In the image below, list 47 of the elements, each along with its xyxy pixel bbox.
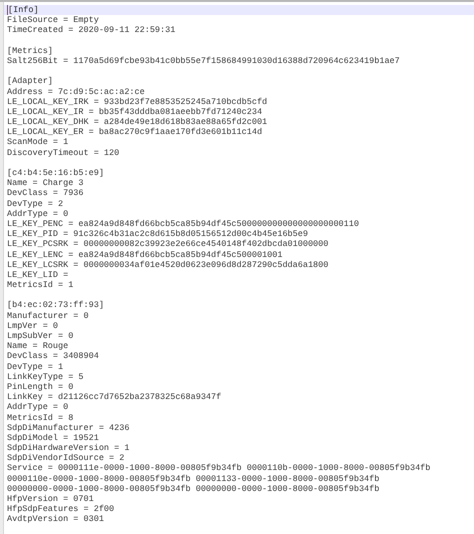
text-line: MetricsId = 8 [7,412,74,422]
text-line: SdpDiHardwareVersion = 1 [7,443,130,454]
text-line: LE_LOCAL_KEY_IRK = 933bd23f7e8853525245a710bcdb5cfd [7,96,268,107]
text-line: LinkKeyType = 5 [7,372,84,382]
text-line: MetricsId = 1 [7,280,74,290]
text-line: LinkKey = d21126cc7d7652ba2378325c68a9347f [7,392,222,402]
text-line: DevClass = 7936 [7,188,84,198]
text-line: LE_LOCAL_KEY_IR = bb35f43dddba081aeebb7fd71240c234 [7,106,262,117]
text-line: LE_KEY_PENC = ea824a9d848fd66bcb5ca85b94df45c500000000000000000000110 [7,218,359,229]
text-line: HfpVersion = 0701 [7,494,94,504]
text-line: [Info] [7,5,39,15]
text-line: PinLength = 0 [7,382,74,392]
text-line: DevType = 1 [7,362,64,372]
text-line: FileSource = Empty [7,15,99,26]
text-line: LE_KEY_LCSRK = 0000000034af01e4520d0623e096d8d287290c5dda6a1800 [7,260,328,270]
text-line: LE_KEY_LID = [7,270,68,280]
text-line: Manufacturer = 0 [7,310,89,321]
text-line: SdpDiModel = 19521 [7,432,99,443]
text-line: 00000000-0000-1000-8000-00805f9b34fb 00000000-0000-1000-8000-00805f9b34fb [7,484,380,494]
text-line: ScanMode = 1 [7,137,68,148]
text-line: SdpDiManufacturer = 4236 [7,422,130,433]
text-line: TimeCreated = 2020-09-11 22:59:31 [7,25,176,36]
text-line: LE_KEY_PCSRK = 00000000082c39923e2e66ce4540148f402dbcda01000000 [7,239,328,250]
text-line: DevClass = 3408904 [7,351,99,362]
text-line: LE_LOCAL_KEY_ER = ba8ac270c9f1aae170fd3e601b11c14d [7,127,262,138]
text-line: DiscoveryTimeout = 120 [7,148,120,158]
text-line: [b4:ec:02:73:ff:93] [7,300,104,310]
text-line: Salt256Bit = 1170a5d69fcbe93b41c0bb55e7f158684991030d16388d720964c623419b1ae7 [7,56,400,66]
text-line: LE_KEY_LENC = ea824a9d848fd66bcb5ca85b94df45c500001001 [7,250,282,260]
text-line: DevType = 2 [7,198,64,209]
text-line: LE_LOCAL_KEY_DHK = a284de49e18d618b83ae88a65fd2c001 [7,117,268,128]
text-line: AddrType = 0 [7,208,68,219]
text-line: LE_KEY_PID = 91c326c4b31ac2c8d615b8d05156512d00c4b45e16b5e9 [7,229,308,240]
text-line: 0000110e-0000-1000-8000-00805f9b34fb 00001133-0000-1000-8000-00805f9b34fb [7,474,380,484]
text-line: HfpSdpFeatures = 2f00 [7,504,114,514]
text-line: Name = Rouge [7,341,68,352]
text-line: AvdtpVersion = 0301 [7,514,104,524]
text-line: Name = Charge 3 [7,178,84,188]
text-line: [c4:b4:5e:16:b5:e9] [7,168,104,178]
text-line: [Adapter] [7,76,53,86]
text-line: Address = 7c:d9:5c:ac:a2:ce [7,86,145,96]
text-line: Service = 0000111e-0000-1000-8000-00805f9b34fb 0000110b-0000-1000-8000-00805f9b34fb [7,463,430,474]
text-line: SdpDiVendorIdSource = 2 [7,453,124,464]
text-line: LmpSubVer = 0 [7,331,74,341]
text-line: LmpVer = 0 [7,320,58,331]
text-line: [Metrics] [7,46,53,56]
text-line: AddrType = 0 [7,402,68,412]
